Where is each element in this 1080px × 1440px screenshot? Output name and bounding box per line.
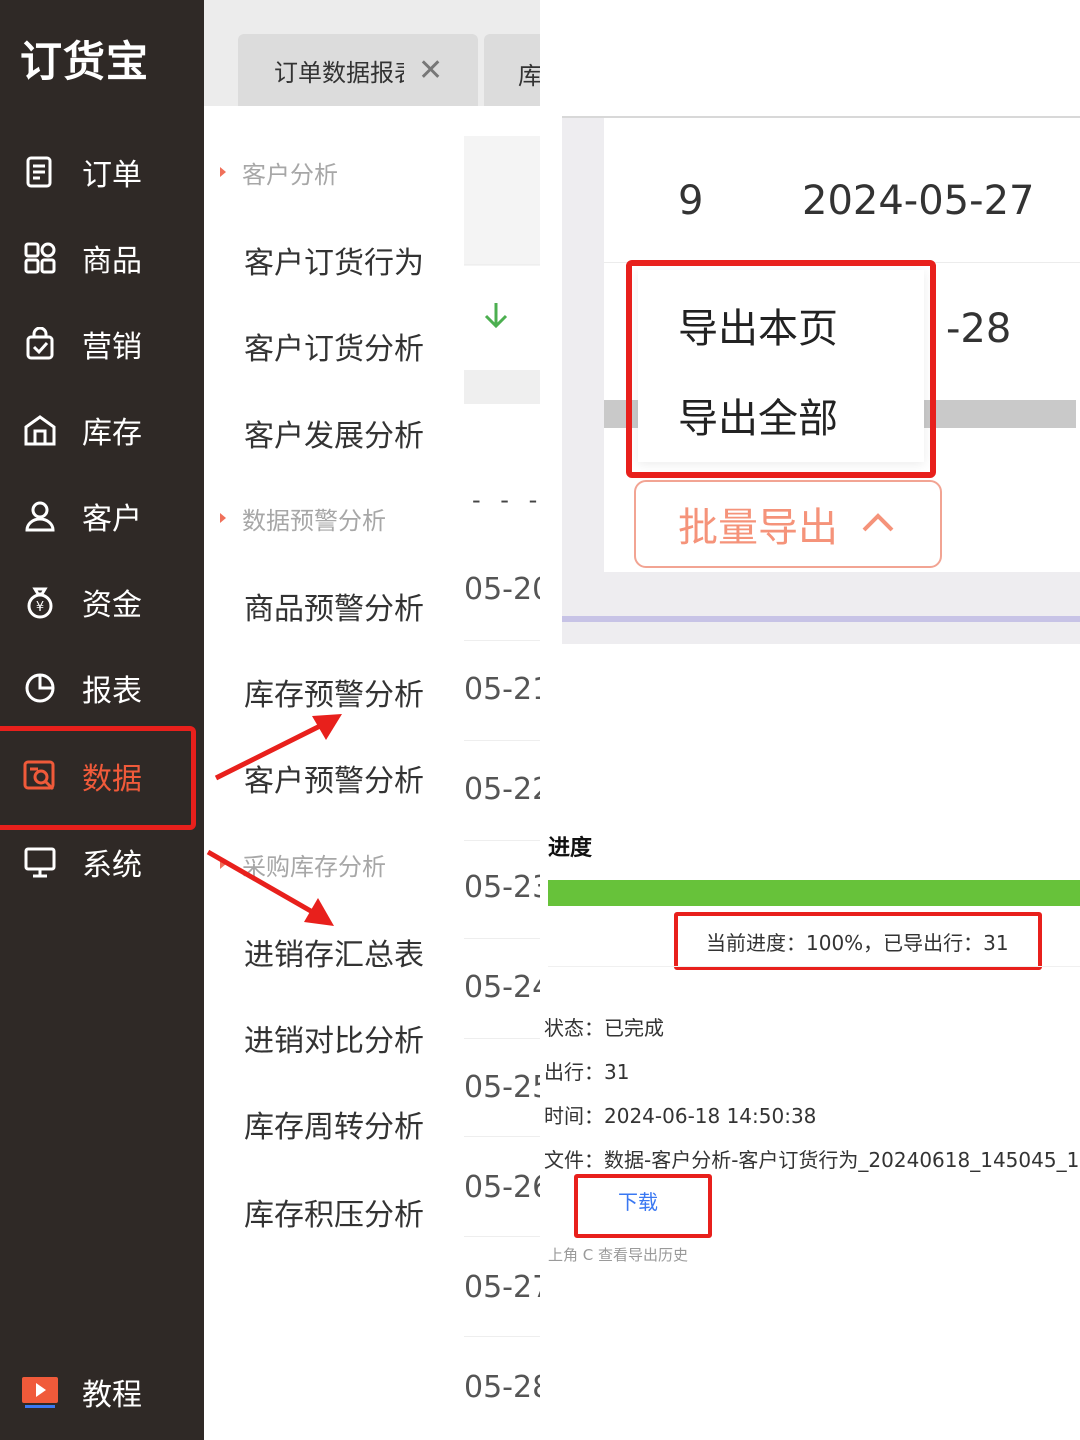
- submenu-item-inventory-overstock[interactable]: 库存积压分析: [244, 1190, 424, 1234]
- table-cell-date: 05-28: [464, 1370, 540, 1405]
- dropdown-highlight-box: [626, 260, 936, 478]
- submenu-item-customer-growth-analysis[interactable]: 客户发展分析: [244, 411, 424, 455]
- sidebar-item-label: 报表: [82, 674, 142, 709]
- sidebar-item-label: 订单: [82, 158, 142, 193]
- table-cell-date: 05-23: [464, 870, 540, 905]
- sidebar-item-label: 库存: [82, 416, 142, 451]
- sidebar-item-label: 营销: [82, 330, 142, 365]
- sidebar-item-label: 商品: [82, 244, 142, 279]
- sidebar-item-system[interactable]: 系统: [0, 832, 204, 892]
- screenshot-collage: 订货宝 订单 商品 营销 库存 客户 ¥ 资金 报表 数据 系统 教程 订单数据…: [0, 0, 1080, 1440]
- progress-status-text: 当前进度：100%，已导出行：31: [706, 930, 1009, 955]
- sidebar-item-inventory[interactable]: 库存: [0, 400, 204, 460]
- close-icon[interactable]: ✕: [418, 53, 443, 88]
- progress-title: 进度: [548, 836, 593, 861]
- table-dash: - - -: [472, 486, 544, 514]
- sidebar-item-tutorial[interactable]: 教程: [0, 1362, 204, 1422]
- warehouse-icon: [20, 410, 60, 450]
- export-status: 状态：已完成: [544, 1016, 664, 1040]
- sidebar-item-goods[interactable]: 商品: [0, 228, 204, 288]
- sidebar-item-label: 教程: [82, 1378, 142, 1413]
- caret-right-icon: [220, 513, 226, 523]
- submenu-item-goods-warning[interactable]: 商品预警分析: [244, 584, 424, 628]
- sidebar-item-label: 客户: [82, 502, 142, 537]
- table-cell-date: 05-26: [464, 1170, 540, 1205]
- sidebar-item-label: 系统: [82, 848, 142, 883]
- svg-text:¥: ¥: [36, 600, 44, 615]
- export-file-name: 文件：数据-客户分析-客户订货行为_20240618_145045_104: [544, 1148, 1080, 1172]
- progress-status-box: 当前进度：100%，已导出行：31: [674, 912, 1042, 970]
- export-row-count: 出行：31: [544, 1060, 630, 1084]
- table-cell-date: 05-24: [464, 970, 540, 1005]
- data-highlight-box: [0, 726, 196, 830]
- order-icon: [20, 152, 60, 192]
- submenu-group-title: 客户分析: [242, 160, 338, 189]
- monitor-icon: [20, 842, 60, 882]
- panel-bottom-border: [562, 616, 1080, 622]
- tab-label: 订单数据报表: [274, 58, 404, 87]
- progress-bar: [548, 880, 1080, 906]
- sidebar-item-customers[interactable]: 客户: [0, 486, 204, 546]
- submenu-group-customer-analysis: 客户分析: [204, 152, 338, 192]
- table-cell-row-number: 9: [678, 178, 704, 224]
- app-logo: 订货宝: [20, 37, 150, 86]
- money-bag-icon: ¥: [20, 582, 60, 622]
- marketing-bag-icon: [20, 324, 60, 364]
- submenu-item-customer-order-analysis[interactable]: 客户订货分析: [244, 324, 424, 368]
- sidebar-item-marketing[interactable]: 营销: [0, 314, 204, 374]
- video-play-icon: [20, 1372, 60, 1412]
- sidebar-item-reports[interactable]: 报表: [0, 658, 204, 718]
- export-time: 时间：2024-06-18 14:50:38: [544, 1104, 817, 1128]
- sidebar-item-orders[interactable]: 订单: [0, 142, 204, 202]
- annotation-arrows: [206, 714, 342, 926]
- tab-order-data-report[interactable]: 订单数据报表 ✕: [238, 34, 478, 106]
- submenu-item-customer-order-behavior[interactable]: 客户订货行为: [244, 238, 424, 282]
- sort-down-arrow-icon[interactable]: [482, 300, 510, 334]
- submenu-item-inventory-turnover[interactable]: 库存周转分析: [244, 1102, 424, 1146]
- bulk-export-button[interactable]: 批量导出: [634, 480, 942, 568]
- download-link[interactable]: 下载: [618, 1186, 658, 1215]
- sidebar-item-label: 资金: [82, 588, 142, 623]
- sidebar: 订货宝 订单 商品 营销 库存 客户 ¥ 资金 报表 数据 系统 教程: [0, 0, 204, 1440]
- sidebar-item-funds[interactable]: ¥ 资金: [0, 572, 204, 632]
- chevron-up-icon: [860, 510, 896, 538]
- table-cell-date: 2024-05-27: [802, 178, 1035, 224]
- pie-chart-icon: [20, 668, 60, 708]
- bulk-export-label: 批量导出: [678, 505, 838, 551]
- table-cell-date: 05-27: [464, 1270, 540, 1305]
- customer-icon: [20, 496, 60, 536]
- export-history-hint: 上角 C 查看导出历史: [548, 1246, 689, 1264]
- table-cell-date: 05-25: [464, 1070, 540, 1105]
- tab-label: 库: [518, 62, 540, 90]
- divider: [548, 966, 1080, 967]
- caret-right-icon: [220, 167, 226, 177]
- tab-inventory[interactable]: 库: [484, 34, 540, 106]
- submenu-group-title: 数据预警分析: [242, 506, 386, 535]
- table-cell-date: 05-22: [464, 772, 540, 807]
- table-cell-date: -28: [946, 306, 1012, 352]
- submenu-group-warning-analysis: 数据预警分析: [204, 498, 386, 538]
- goods-grid-icon: [20, 238, 60, 278]
- table-cell-date: 05-21: [464, 672, 540, 707]
- table-cell-date: 05-20: [464, 572, 540, 607]
- submenu-item-sales-comparison[interactable]: 进销对比分析: [244, 1016, 424, 1060]
